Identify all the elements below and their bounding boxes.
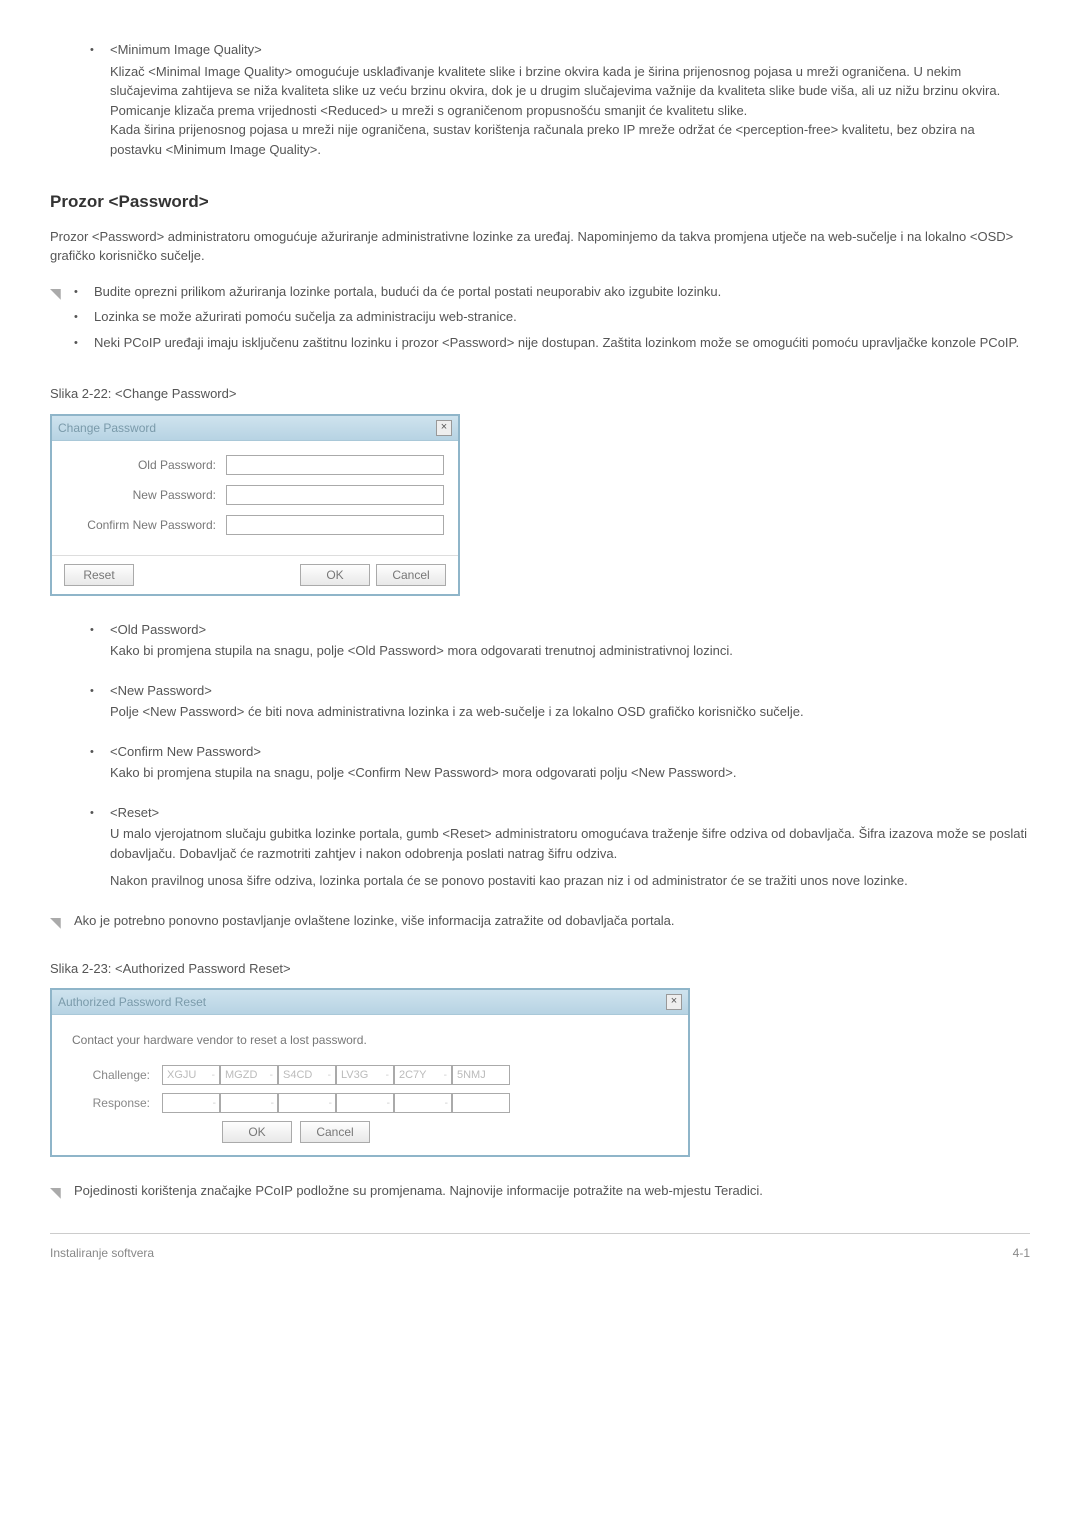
- challenge-fields: XGJU- MGZD- S4CD- LV3G- 2C7Y- 5NMJ: [162, 1065, 510, 1085]
- note1-item3: Neki PCoIP uređaji imaju isključenu zašt…: [94, 333, 1019, 353]
- note-icon: ◥: [50, 911, 74, 933]
- cancel-button[interactable]: Cancel: [300, 1121, 370, 1143]
- ok-button[interactable]: OK: [222, 1121, 292, 1143]
- new-password-label: New Password:: [66, 486, 226, 504]
- bullet-icon: •: [90, 803, 110, 891]
- new-password-desc: Polje <New Password> će biti nova admini…: [110, 702, 1030, 722]
- min-image-quality-term: <Minimum Image Quality>: [110, 40, 1030, 60]
- confirm-password-label: Confirm New Password:: [66, 516, 226, 534]
- min-image-quality-p3: Kada širina prijenosnog pojasa u mreži n…: [110, 120, 1030, 159]
- fields-list: • <Old Password> Kako bi promjena stupil…: [90, 620, 1030, 891]
- new-password-term: <New Password>: [110, 681, 1030, 701]
- reset-desc: U malo vjerojatnom slučaju gubitka lozin…: [110, 824, 1030, 863]
- note-block-1: ◥ •Budite oprezni prilikom ažuriranja lo…: [50, 282, 1030, 359]
- contact-vendor-text: Contact your hardware vendor to reset a …: [72, 1031, 668, 1049]
- response-input[interactable]: [452, 1093, 510, 1113]
- reset-desc2: Nakon pravilnog unosa šifre odziva, lozi…: [110, 871, 1030, 891]
- confirm-password-input[interactable]: [226, 515, 444, 535]
- bullet-icon: •: [90, 681, 110, 722]
- reset-term: <Reset>: [110, 803, 1030, 823]
- response-input[interactable]: -: [336, 1093, 394, 1113]
- challenge-box: XGJU-: [162, 1065, 220, 1085]
- note-icon: ◥: [50, 1181, 74, 1203]
- new-password-input[interactable]: [226, 485, 444, 505]
- challenge-box: S4CD-: [278, 1065, 336, 1085]
- footer-left: Instaliranje softvera: [50, 1244, 154, 1262]
- bullet-icon: •: [90, 40, 110, 159]
- dialog1-title: Change Password: [58, 419, 156, 437]
- footer-right: 4-1: [1013, 1244, 1030, 1262]
- note-3: ◥ Pojedinosti korištenja značajke PCoIP …: [50, 1181, 1030, 1203]
- figure-1-caption: Slika 2-22: <Change Password>: [50, 384, 1030, 404]
- bullet-icon: •: [90, 620, 110, 661]
- confirm-password-term: <Confirm New Password>: [110, 742, 1030, 762]
- password-intro: Prozor <Password> administratoru omoguću…: [50, 227, 1030, 266]
- bullet-icon: •: [74, 307, 94, 327]
- top-list: • <Minimum Image Quality> Klizač <Minima…: [90, 40, 1030, 159]
- change-password-dialog: Change Password × Old Password: New Pass…: [50, 414, 460, 596]
- challenge-box: 2C7Y-: [394, 1065, 452, 1085]
- page-footer: Instaliranje softvera 4-1: [50, 1233, 1030, 1262]
- challenge-box: 5NMJ: [452, 1065, 510, 1085]
- response-input[interactable]: -: [162, 1093, 220, 1113]
- response-input[interactable]: -: [278, 1093, 336, 1113]
- dialog2-title: Authorized Password Reset: [58, 993, 206, 1011]
- min-image-quality-p1: Klizač <Minimal Image Quality> omogućuje…: [110, 62, 1030, 101]
- bullet-icon: •: [90, 742, 110, 783]
- challenge-box: MGZD-: [220, 1065, 278, 1085]
- password-heading: Prozor <Password>: [50, 189, 1030, 215]
- close-icon[interactable]: ×: [436, 420, 452, 436]
- response-label: Response:: [72, 1094, 162, 1112]
- authorized-password-reset-dialog: Authorized Password Reset × Contact your…: [50, 988, 690, 1157]
- old-password-input[interactable]: [226, 455, 444, 475]
- note1-item1: Budite oprezni prilikom ažuriranja lozin…: [94, 282, 721, 302]
- response-fields: - - - - -: [162, 1093, 510, 1113]
- old-password-term: <Old Password>: [110, 620, 1030, 640]
- response-input[interactable]: -: [220, 1093, 278, 1113]
- close-icon[interactable]: ×: [666, 994, 682, 1010]
- bullet-icon: •: [74, 333, 94, 353]
- reset-button[interactable]: Reset: [64, 564, 134, 586]
- old-password-desc: Kako bi promjena stupila na snagu, polje…: [110, 641, 1030, 661]
- note-2: ◥ Ako je potrebno ponovno postavljanje o…: [50, 911, 1030, 933]
- note3-text: Pojedinosti korištenja značajke PCoIP po…: [74, 1181, 1030, 1203]
- confirm-password-desc: Kako bi promjena stupila na snagu, polje…: [110, 763, 1030, 783]
- note2-text: Ako je potrebno ponovno postavljanje ovl…: [74, 911, 1030, 933]
- old-password-label: Old Password:: [66, 456, 226, 474]
- challenge-box: LV3G-: [336, 1065, 394, 1085]
- note-icon: ◥: [50, 282, 74, 359]
- ok-button[interactable]: OK: [300, 564, 370, 586]
- note1-item2: Lozinka se može ažurirati pomoću sučelja…: [94, 307, 517, 327]
- cancel-button[interactable]: Cancel: [376, 564, 446, 586]
- challenge-label: Challenge:: [72, 1066, 162, 1084]
- response-input[interactable]: -: [394, 1093, 452, 1113]
- figure-2-caption: Slika 2-23: <Authorized Password Reset>: [50, 959, 1030, 979]
- bullet-icon: •: [74, 282, 94, 302]
- min-image-quality-p2: Pomicanje klizača prema vrijednosti <Red…: [110, 101, 1030, 121]
